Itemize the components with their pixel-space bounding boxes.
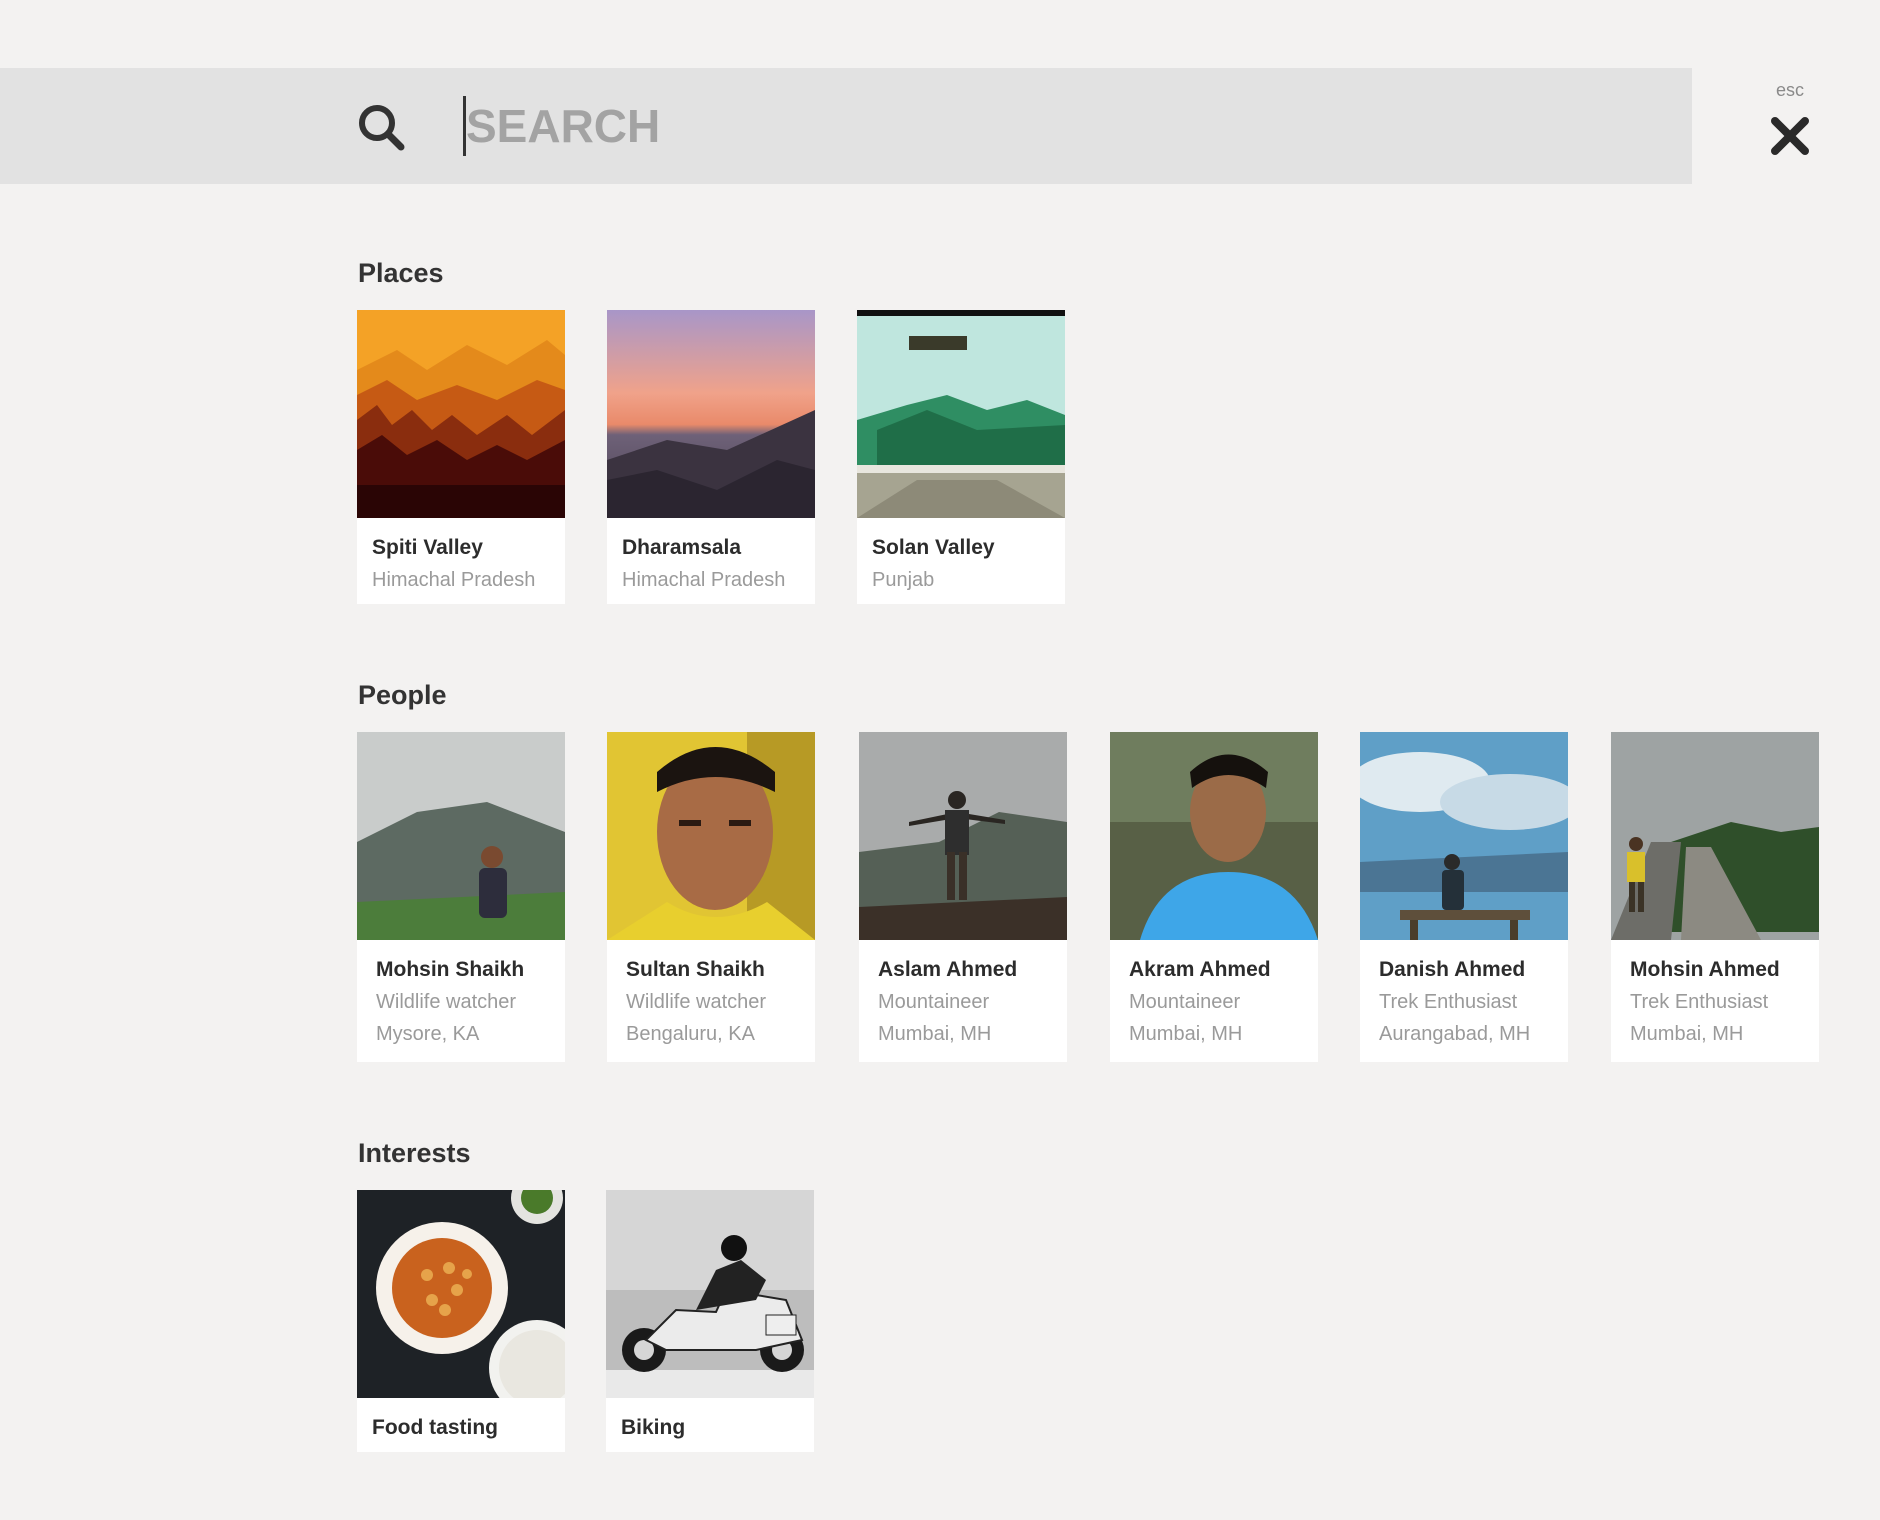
person-card[interactable]: Danish Ahmed Trek Enthusiast Aurangabad,…: [1360, 732, 1568, 1062]
person-name: Danish Ahmed: [1379, 958, 1526, 981]
place-region: Himachal Pradesh: [372, 569, 536, 591]
interest-card-food-tasting[interactable]: Food tasting: [357, 1190, 565, 1452]
person-card[interactable]: Mohsin Ahmed Trek Enthusiast Mumbai, MH: [1611, 732, 1819, 1062]
person-role: Trek Enthusiast: [1630, 991, 1769, 1013]
person-role: Trek Enthusiast: [1379, 991, 1518, 1013]
person-name: Mohsin Shaikh: [376, 958, 525, 981]
avatar: [607, 732, 815, 940]
place-image: [357, 310, 565, 518]
interests-heading: Interests: [358, 1138, 471, 1168]
person-card[interactable]: Akram Ahmed Mountaineer Mumbai, MH: [1110, 732, 1318, 1062]
close-icon: [1771, 117, 1809, 155]
person-card[interactable]: Mohsin Shaikh Wildlife watcher Mysore, K…: [357, 732, 565, 1062]
search-bar: [0, 68, 1692, 184]
esc-hint: esc: [1775, 80, 1804, 100]
place-card-solan-valley[interactable]: Solan Valley Punjab: [857, 310, 1065, 604]
close-button[interactable]: esc: [1750, 80, 1830, 170]
place-region: Himachal Pradesh: [622, 569, 786, 591]
people-heading: People: [358, 680, 447, 710]
person-role: Mountaineer: [1129, 991, 1241, 1013]
place-name: Spiti Valley: [372, 536, 483, 559]
interest-name: Food tasting: [372, 1416, 498, 1439]
person-name: Aslam Ahmed: [878, 958, 1018, 981]
place-image: [607, 310, 815, 518]
search-icon: [359, 105, 405, 151]
search-overlay: esc Places Spiti Valley Himachal Pradesh: [0, 0, 1880, 1520]
interest-name: Biking: [621, 1416, 686, 1439]
person-card[interactable]: Aslam Ahmed Mountaineer Mumbai, MH: [859, 732, 1067, 1062]
person-location: Mysore, KA: [376, 1023, 480, 1045]
person-role: Wildlife watcher: [376, 991, 517, 1013]
place-card-dharamsala[interactable]: Dharamsala Himachal Pradesh: [607, 310, 815, 604]
place-name: Dharamsala: [622, 536, 742, 559]
person-role: Mountaineer: [878, 991, 990, 1013]
person-location: Aurangabad, MH: [1379, 1023, 1531, 1045]
person-card[interactable]: Sultan Shaikh Wildlife watcher Bengaluru…: [607, 732, 815, 1062]
avatar: [1611, 732, 1819, 940]
place-card-spiti-valley[interactable]: Spiti Valley Himachal Pradesh: [357, 310, 565, 604]
place-name: Solan Valley: [872, 536, 995, 559]
avatar: [1360, 732, 1568, 940]
place-image: [857, 310, 1065, 518]
interest-image: [606, 1190, 814, 1398]
interest-card-biking[interactable]: Biking: [606, 1190, 814, 1452]
avatar: [1110, 732, 1318, 940]
search-input[interactable]: [466, 90, 1646, 162]
person-role: Wildlife watcher: [626, 991, 767, 1013]
person-name: Sultan Shaikh: [626, 958, 765, 981]
person-location: Bengaluru, KA: [626, 1023, 755, 1045]
person-location: Mumbai, MH: [1630, 1023, 1744, 1045]
person-location: Mumbai, MH: [878, 1023, 992, 1045]
person-location: Mumbai, MH: [1129, 1023, 1243, 1045]
place-region: Punjab: [872, 569, 935, 591]
avatar: [859, 732, 1067, 940]
person-name: Akram Ahmed: [1129, 958, 1271, 981]
places-heading: Places: [358, 258, 444, 288]
interest-image: [357, 1190, 565, 1398]
avatar: [357, 732, 565, 940]
person-name: Mohsin Ahmed: [1630, 958, 1780, 981]
